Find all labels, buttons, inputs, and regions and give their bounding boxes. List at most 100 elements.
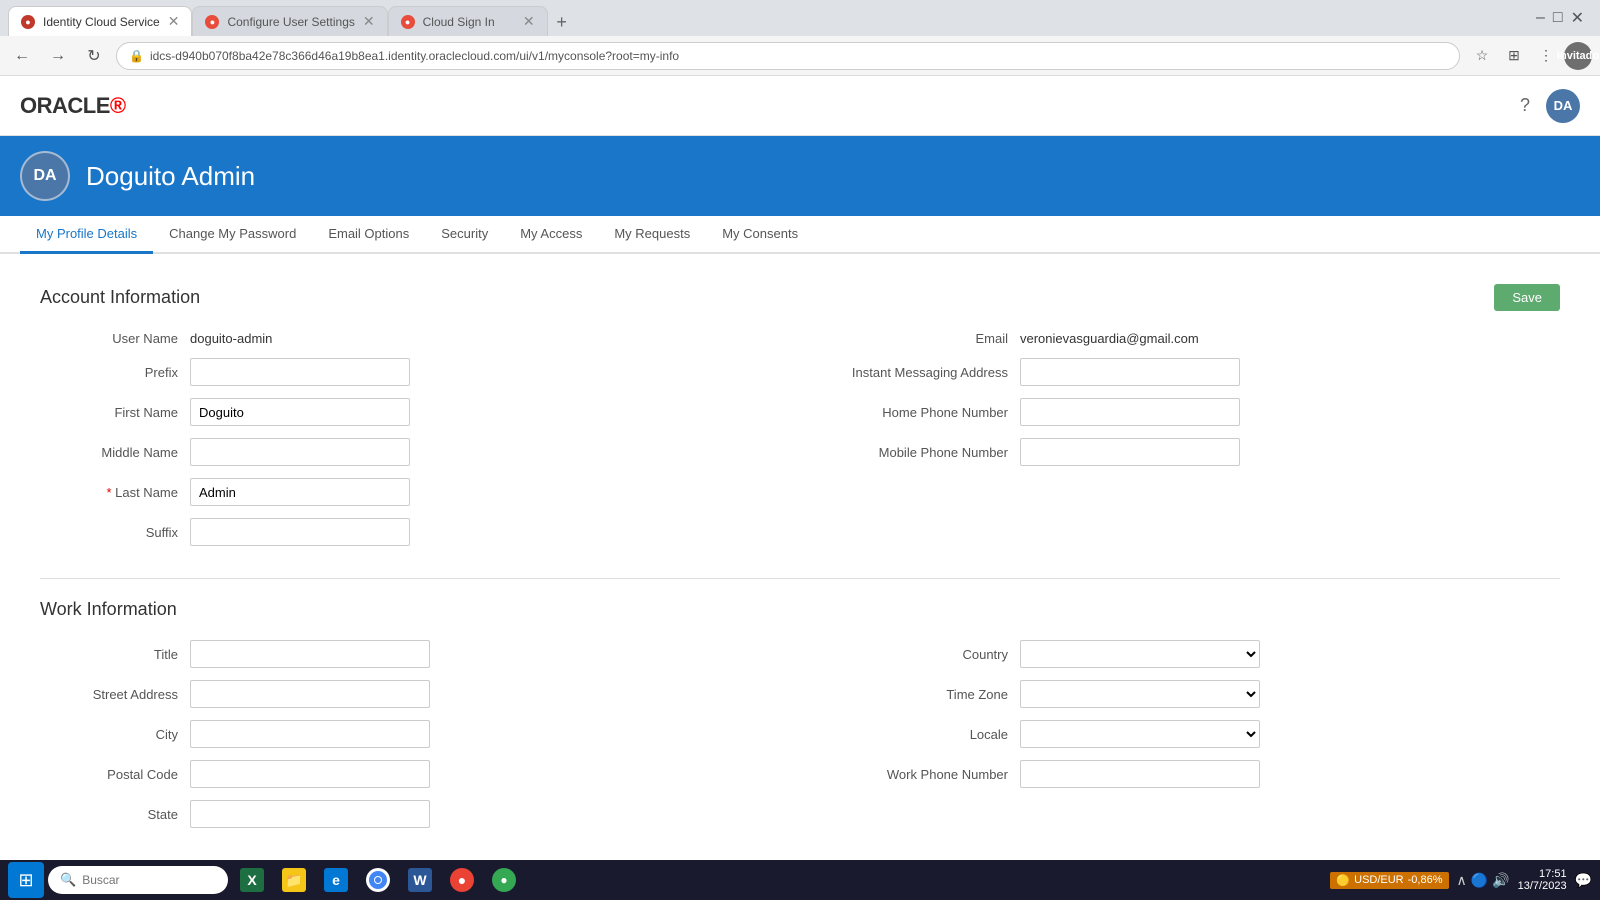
label-country: Country bbox=[820, 647, 1020, 662]
main-content: Account Information Save User Name dogui… bbox=[0, 254, 1600, 860]
select-locale[interactable] bbox=[1020, 720, 1260, 748]
form-row-locale: Locale bbox=[820, 720, 1560, 748]
label-postal: Postal Code bbox=[40, 767, 190, 782]
form-row-workphone: Work Phone Number bbox=[820, 760, 1560, 788]
form-row-suffix: Suffix bbox=[40, 518, 780, 546]
forward-button[interactable]: → bbox=[44, 42, 72, 70]
taskbar-app-chrome2[interactable]: ● bbox=[442, 861, 482, 899]
tab-close-2[interactable]: ✕ bbox=[363, 13, 375, 30]
tab-close-1[interactable]: ✕ bbox=[168, 13, 180, 30]
currency-label: USD/EUR bbox=[1354, 874, 1404, 886]
input-postal[interactable] bbox=[190, 760, 430, 788]
oracle-logo: ORACLE® bbox=[20, 93, 126, 119]
label-lastname: Last Name bbox=[40, 485, 190, 500]
label-locale: Locale bbox=[820, 727, 1020, 742]
input-lastname[interactable] bbox=[190, 478, 410, 506]
input-street[interactable] bbox=[190, 680, 430, 708]
refresh-button[interactable]: ↻ bbox=[80, 42, 108, 70]
tab-change-password[interactable]: Change My Password bbox=[153, 216, 312, 254]
tab-identity-cloud[interactable]: ● Identity Cloud Service ✕ bbox=[8, 6, 192, 36]
tab-my-profile[interactable]: My Profile Details bbox=[20, 216, 153, 254]
input-prefix[interactable] bbox=[190, 358, 410, 386]
tray-sound-icon: 🔊 bbox=[1492, 872, 1509, 889]
back-button[interactable]: ← bbox=[8, 42, 36, 70]
clock-date: 13/7/2023 bbox=[1518, 880, 1567, 892]
banner-avatar: DA bbox=[20, 151, 70, 201]
menu-button[interactable]: ⋮ bbox=[1532, 42, 1560, 70]
input-middlename[interactable] bbox=[190, 438, 410, 466]
tab-label-3: Cloud Sign In bbox=[423, 15, 495, 29]
tab-email-options[interactable]: Email Options bbox=[312, 216, 425, 254]
browser-toolbar: ← → ↻ 🔒 idcs-d940b070f8ba42e78c366d46a19… bbox=[0, 36, 1600, 76]
header-right: ? DA bbox=[1520, 89, 1580, 123]
label-title: Title bbox=[40, 647, 190, 662]
form-row-middlename: Middle Name bbox=[40, 438, 780, 466]
input-title[interactable] bbox=[190, 640, 430, 668]
taskbar-app-edge[interactable]: e bbox=[316, 861, 356, 899]
input-im[interactable] bbox=[1020, 358, 1240, 386]
taskbar-search-input[interactable] bbox=[82, 873, 202, 887]
tray-arrow-icon[interactable]: ∧ bbox=[1457, 872, 1467, 889]
tab-my-access[interactable]: My Access bbox=[504, 216, 598, 254]
select-timezone[interactable] bbox=[1020, 680, 1260, 708]
edge-icon: e bbox=[324, 868, 348, 892]
maximize-button[interactable]: □ bbox=[1553, 9, 1563, 27]
taskbar-right: 🟡 USD/EUR -0,86% ∧ 🔵 🔊 17:51 13/7/2023 💬 bbox=[1330, 868, 1592, 892]
label-username: User Name bbox=[40, 331, 190, 346]
tab-security[interactable]: Security bbox=[425, 216, 504, 254]
input-firstname[interactable] bbox=[190, 398, 410, 426]
tab-my-requests[interactable]: My Requests bbox=[598, 216, 706, 254]
save-button[interactable]: Save bbox=[1494, 284, 1560, 311]
taskbar-app-word[interactable]: W bbox=[400, 861, 440, 899]
select-country[interactable] bbox=[1020, 640, 1260, 668]
lock-icon: 🔒 bbox=[129, 49, 144, 63]
label-mobilephone: Mobile Phone Number bbox=[820, 445, 1020, 460]
toolbar-actions: ☆ ⊞ ⋮ Invitado bbox=[1468, 42, 1592, 70]
clock-time: 17:51 bbox=[1518, 868, 1567, 880]
minimize-button[interactable]: – bbox=[1536, 9, 1545, 27]
work-right-column: Country Time Zone Locale bbox=[820, 640, 1560, 840]
form-row-prefix: Prefix bbox=[40, 358, 780, 386]
excel-icon: X bbox=[240, 868, 264, 892]
input-city[interactable] bbox=[190, 720, 430, 748]
taskbar-app-chrome[interactable] bbox=[358, 861, 398, 899]
system-clock[interactable]: 17:51 13/7/2023 bbox=[1518, 868, 1567, 892]
tab-favicon-cloud: ● bbox=[401, 15, 415, 29]
close-button[interactable]: ✕ bbox=[1571, 8, 1584, 28]
word-icon: W bbox=[408, 868, 432, 892]
tab-label-1: Identity Cloud Service bbox=[43, 15, 160, 29]
input-suffix[interactable] bbox=[190, 518, 410, 546]
label-city: City bbox=[40, 727, 190, 742]
form-row-postal: Postal Code bbox=[40, 760, 780, 788]
taskbar-apps: X 📁 e W ● bbox=[232, 861, 524, 899]
new-tab-button[interactable]: + bbox=[548, 8, 576, 36]
value-username: doguito-admin bbox=[190, 331, 272, 346]
input-workphone[interactable] bbox=[1020, 760, 1260, 788]
input-mobilephone[interactable] bbox=[1020, 438, 1240, 466]
taskbar-app-chrome3[interactable]: ● bbox=[484, 861, 524, 899]
bookmark-button[interactable]: ☆ bbox=[1468, 42, 1496, 70]
tab-label-2: Configure User Settings bbox=[227, 15, 354, 29]
account-left-column: User Name doguito-admin Prefix First Nam… bbox=[40, 331, 780, 558]
input-state[interactable] bbox=[190, 800, 430, 828]
currency-change: -0,86% bbox=[1408, 874, 1443, 886]
taskbar-app-excel[interactable]: X bbox=[232, 861, 272, 899]
chrome3-icon: ● bbox=[492, 868, 516, 892]
start-button[interactable]: ⊞ bbox=[8, 862, 44, 898]
tab-cloud-sign-in[interactable]: ● Cloud Sign In ✕ bbox=[388, 6, 548, 36]
taskbar-search-bar[interactable]: 🔍 bbox=[48, 866, 228, 894]
extensions-button[interactable]: ⊞ bbox=[1500, 42, 1528, 70]
work-info-title: Work Information bbox=[40, 599, 177, 620]
notification-icon[interactable]: 💬 bbox=[1575, 872, 1592, 889]
tab-close-3[interactable]: ✕ bbox=[523, 13, 535, 30]
help-button[interactable]: ? bbox=[1520, 95, 1530, 116]
address-bar[interactable]: 🔒 idcs-d940b070f8ba42e78c366d46a19b8ea1.… bbox=[116, 42, 1460, 70]
oracle-header: ORACLE® ? DA bbox=[0, 76, 1600, 136]
browser-profile[interactable]: Invitado bbox=[1564, 42, 1592, 70]
taskbar-app-folder[interactable]: 📁 bbox=[274, 861, 314, 899]
user-avatar-header[interactable]: DA bbox=[1546, 89, 1580, 123]
form-row-timezone: Time Zone bbox=[820, 680, 1560, 708]
tab-my-consents[interactable]: My Consents bbox=[706, 216, 814, 254]
tab-configure-settings[interactable]: ● Configure User Settings ✕ bbox=[192, 6, 387, 36]
input-homephone[interactable] bbox=[1020, 398, 1240, 426]
